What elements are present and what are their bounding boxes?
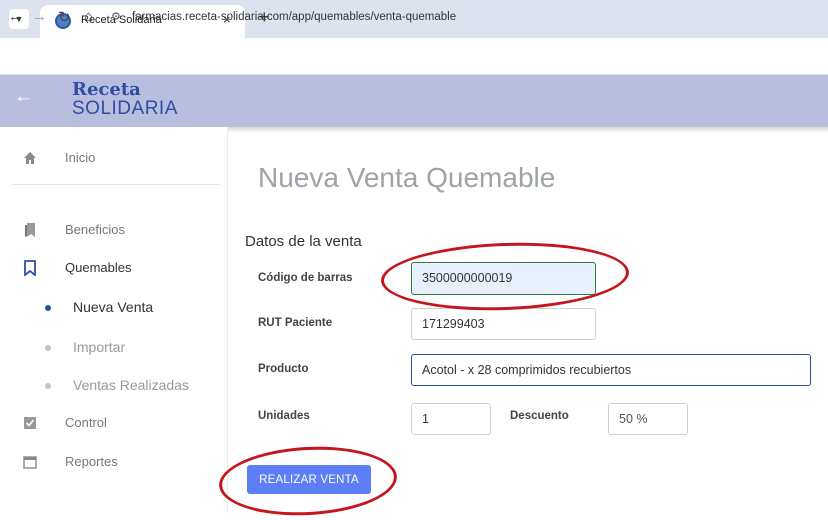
sidebar-item-control[interactable]: Control	[0, 408, 228, 438]
bullet-icon	[45, 383, 51, 389]
back-arrow-icon[interactable]: ←	[8, 8, 23, 25]
browser-toolbar	[0, 38, 828, 75]
sidebar-item-beneficios[interactable]: Beneficios	[0, 215, 228, 245]
reload-icon[interactable]: ↻	[58, 8, 71, 26]
address-bar[interactable]: farmacias.receta-solidaria.com/app/quema…	[132, 11, 456, 23]
forward-arrow-icon[interactable]: →	[32, 8, 47, 25]
header-back-icon[interactable]: ←	[14, 86, 33, 108]
checkbox-icon	[24, 417, 36, 429]
units-label: Unidades	[258, 410, 310, 422]
barcode-label: Código de barras	[258, 272, 353, 284]
rut-label: RUT Paciente	[258, 317, 333, 329]
sidebar-item-label: Beneficios	[65, 222, 125, 237]
home-icon	[24, 152, 36, 164]
section-title: Datos de la venta	[245, 233, 362, 250]
sidebar-item-label: Control	[65, 415, 107, 430]
sidebar-item-ventas-realizadas[interactable]: Ventas Realizadas	[0, 370, 228, 400]
sidebar-item-quemables[interactable]: Quemables	[0, 253, 228, 283]
discount-input[interactable]: 50 %	[608, 403, 688, 435]
product-label: Producto	[258, 363, 309, 375]
sidebar-item-label: Importar	[73, 339, 126, 355]
site-info-icon[interactable]: ⚙	[111, 10, 121, 23]
sidebar-item-label: Quemables	[65, 260, 132, 275]
sidebar-item-reportes[interactable]: Reportes	[0, 447, 228, 477]
product-input[interactable]: Acotol - x 28 comprimidos recubiertos	[411, 354, 811, 386]
page-title: Nueva Venta Quemable	[258, 162, 556, 193]
sidebar-item-label: Reportes	[65, 454, 118, 469]
logo-receta: Receta	[72, 79, 141, 100]
home-button-icon[interactable]: ⌂	[84, 8, 93, 25]
rut-input[interactable]: 171299403	[411, 308, 596, 340]
sidebar: Inicio Beneficios Quemables Nueva Venta …	[0, 127, 228, 513]
discount-label: Descuento	[510, 410, 569, 422]
sidebar-item-importar[interactable]: Importar	[0, 332, 228, 362]
sidebar-divider	[12, 184, 220, 185]
bookmark-icon	[24, 260, 36, 276]
sidebar-item-nueva-venta[interactable]: Nueva Venta	[0, 292, 228, 322]
sidebar-item-label: Inicio	[65, 150, 96, 165]
annotation-circle-barcode	[379, 238, 631, 315]
sidebar-item-inicio[interactable]: Inicio	[0, 143, 228, 173]
calendar-icon	[23, 456, 37, 469]
bullet-icon	[45, 305, 51, 311]
sidebar-item-label: Ventas Realizadas	[73, 377, 189, 393]
bullet-icon	[45, 345, 51, 351]
sidebar-item-label: Nueva Venta	[73, 299, 154, 315]
bookmarks-icon	[25, 223, 35, 237]
units-input[interactable]: 1	[411, 403, 491, 435]
app-header: ← Receta SOLIDARIA	[0, 75, 828, 127]
logo-solidaria: SOLIDARIA	[72, 98, 178, 119]
annotation-circle-button	[217, 442, 399, 520]
